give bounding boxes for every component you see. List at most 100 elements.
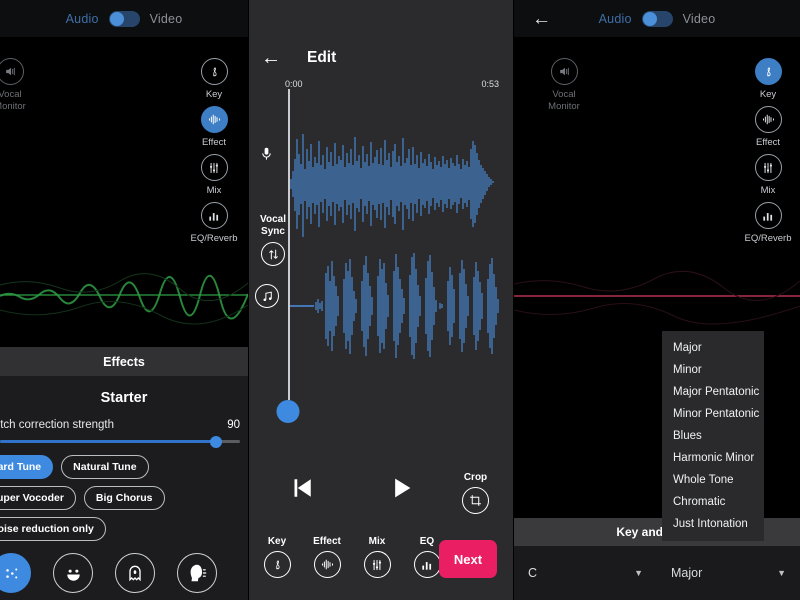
vocal-sync-control[interactable]: Vocal Sync	[251, 214, 295, 266]
tool-key-mid-label: Key	[267, 536, 287, 547]
eq-bars-icon	[200, 202, 228, 229]
chevron-down-icon: ▼	[777, 568, 786, 578]
tool-eq-reverb-left[interactable]: EQ/Reverb	[186, 202, 242, 244]
dropdown-item-minor-pentatonic[interactable]: Minor Pentatonic	[662, 403, 764, 425]
crop-label: Crop	[463, 472, 488, 483]
scale-dropdown-menu[interactable]: Major Minor Major Pentatonic Minor Penta…	[662, 331, 764, 541]
audio-video-toggle-right[interactable]	[641, 10, 673, 27]
toggle-knob	[109, 11, 124, 26]
dropdown-item-chromatic[interactable]: Chromatic	[662, 491, 764, 513]
video-tab-label[interactable]: Video	[150, 12, 183, 26]
speaker-icon	[550, 58, 578, 85]
chip-noise-reduction-only[interactable]: Noise reduction only	[0, 517, 106, 541]
tool-effect-mid[interactable]: Effect	[307, 536, 347, 578]
chip-natural-tune[interactable]: Natural Tune	[61, 455, 149, 479]
music-note-icon[interactable]	[255, 284, 279, 308]
tool-key-mid[interactable]: Key	[257, 536, 297, 578]
dropdown-item-major[interactable]: Major	[662, 337, 764, 359]
audio-tab-label[interactable]: Audio	[66, 12, 99, 26]
tool-eq-mid-label: EQ	[419, 536, 435, 547]
tool-key-left[interactable]: Key	[186, 58, 242, 100]
tool-effect-right-label: Effect	[755, 137, 781, 148]
speaker-icon	[0, 58, 24, 85]
pitch-correction-row: Pitch correction strength 90	[0, 419, 248, 431]
mix-faders-icon	[363, 551, 391, 578]
preset-talkbox[interactable]: Talkbox	[166, 553, 228, 600]
right-topbar: ← Audio Video	[514, 0, 800, 37]
sync-arrows-icon	[261, 242, 285, 266]
chevron-down-icon: ▼	[634, 568, 643, 578]
starter-dots-icon	[0, 553, 31, 593]
tool-mix-right-label: Mix	[760, 185, 776, 196]
dropdown-item-harmonic-minor[interactable]: Harmonic Minor	[662, 447, 764, 469]
dropdown-item-whole-tone[interactable]: Whole Tone	[662, 469, 764, 491]
dropdown-item-major-pentatonic[interactable]: Major Pentatonic	[662, 381, 764, 403]
audio-video-toggle[interactable]	[108, 10, 140, 27]
tool-effect-left-label: Effect	[201, 137, 227, 148]
instrumental-waveform	[290, 253, 499, 359]
playhead-handle[interactable]	[276, 400, 300, 423]
audio-tab-label-right[interactable]: Audio	[599, 12, 632, 26]
back-arrow-icon[interactable]: ←	[532, 9, 551, 28]
effects-preset-title: Starter	[100, 390, 148, 406]
preset-starter[interactable]: Starter	[0, 553, 42, 600]
tool-mix-mid-label: Mix	[368, 536, 386, 547]
vocal-waveform	[290, 134, 494, 237]
tool-mix-right[interactable]: Mix	[740, 154, 796, 196]
tool-effect-left[interactable]: Effect	[186, 106, 242, 148]
tool-mix-mid[interactable]: Mix	[357, 536, 397, 578]
chip-hard-tune[interactable]: Hard Tune	[0, 455, 54, 479]
slider-fill	[0, 440, 216, 443]
preset-list: Starter LOL Spooky	[0, 553, 248, 600]
pitch-correction-value: 90	[227, 419, 240, 431]
effect-waveform-icon	[754, 106, 782, 133]
microphone-icon[interactable]	[259, 144, 274, 169]
preset-lol[interactable]: LOL	[42, 553, 104, 600]
key-select-value: C	[528, 566, 538, 580]
effects-sheet-header: Effects	[0, 347, 248, 376]
scale-select[interactable]: Major ▼	[657, 546, 800, 600]
track-area[interactable]: Vocal Sync	[249, 89, 513, 423]
vocal-monitor-label-1-right: Vocal	[552, 89, 576, 100]
tool-eq-reverb-left-label: EQ/Reverb	[190, 233, 238, 244]
vocal-monitor-label-2: Monitor	[0, 101, 26, 112]
chip-big-chorus[interactable]: Big Chorus	[83, 486, 165, 510]
crop-control[interactable]: Crop	[462, 472, 489, 514]
crop-icon	[462, 487, 489, 514]
key-select[interactable]: C ▼	[514, 546, 657, 600]
next-button[interactable]: Next	[439, 540, 497, 578]
key-treble-clef-icon	[263, 551, 291, 578]
chip-super-vocoder[interactable]: Super Vocoder	[0, 486, 76, 510]
play-button[interactable]	[387, 474, 415, 507]
skip-previous-button[interactable]	[287, 473, 317, 508]
mix-faders-icon	[200, 154, 228, 181]
dropdown-item-blues[interactable]: Blues	[662, 425, 764, 447]
effect-chip-list: Hard Tune Natural Tune Super Vocoder Big…	[0, 455, 248, 541]
effects-bottom-sheet: Effects Starter Pitch correction strengt…	[0, 347, 248, 600]
tool-effect-mid-label: Effect	[313, 536, 341, 547]
vocal-monitor-button-right[interactable]: Vocal Monitor	[536, 58, 592, 113]
pitch-correction-slider[interactable]	[0, 435, 240, 448]
lol-face-icon	[53, 553, 93, 593]
tool-eq-reverb-right[interactable]: EQ/Reverb	[740, 202, 796, 244]
panel-edit-screen: ← Edit 0:00 0:53 Vocal Sync Crop Key Eff…	[248, 0, 514, 600]
ghost-icon	[115, 553, 155, 593]
dropdown-item-minor[interactable]: Minor	[662, 359, 764, 381]
preset-spooky[interactable]: Spooky	[104, 553, 166, 600]
tool-mix-left[interactable]: Mix	[186, 154, 242, 196]
video-tab-label-right[interactable]: Video	[683, 12, 716, 26]
back-arrow-icon[interactable]: ←	[261, 48, 281, 68]
timeline-end: 0:53	[481, 79, 499, 89]
tool-effect-right[interactable]: Effect	[740, 106, 796, 148]
tool-key-right[interactable]: Key	[740, 58, 796, 100]
panel-key-scale-screen: ← Audio Video Vocal Monitor Key Effect M…	[514, 0, 800, 600]
tool-mix-left-label: Mix	[206, 185, 222, 196]
dropdown-item-just-intonation[interactable]: Just Intonation	[662, 513, 764, 535]
timeline-ruler: 0:00 0:53	[249, 68, 513, 89]
tool-key-left-label: Key	[205, 89, 223, 100]
vocal-monitor-button-left[interactable]: Vocal Monitor	[0, 58, 38, 113]
left-topbar: Audio Video	[0, 0, 248, 37]
timeline-start: 0:00	[285, 79, 303, 89]
left-tool-rail: Key Effect Mix EQ/Reverb	[186, 58, 242, 244]
slider-knob[interactable]	[210, 435, 222, 448]
